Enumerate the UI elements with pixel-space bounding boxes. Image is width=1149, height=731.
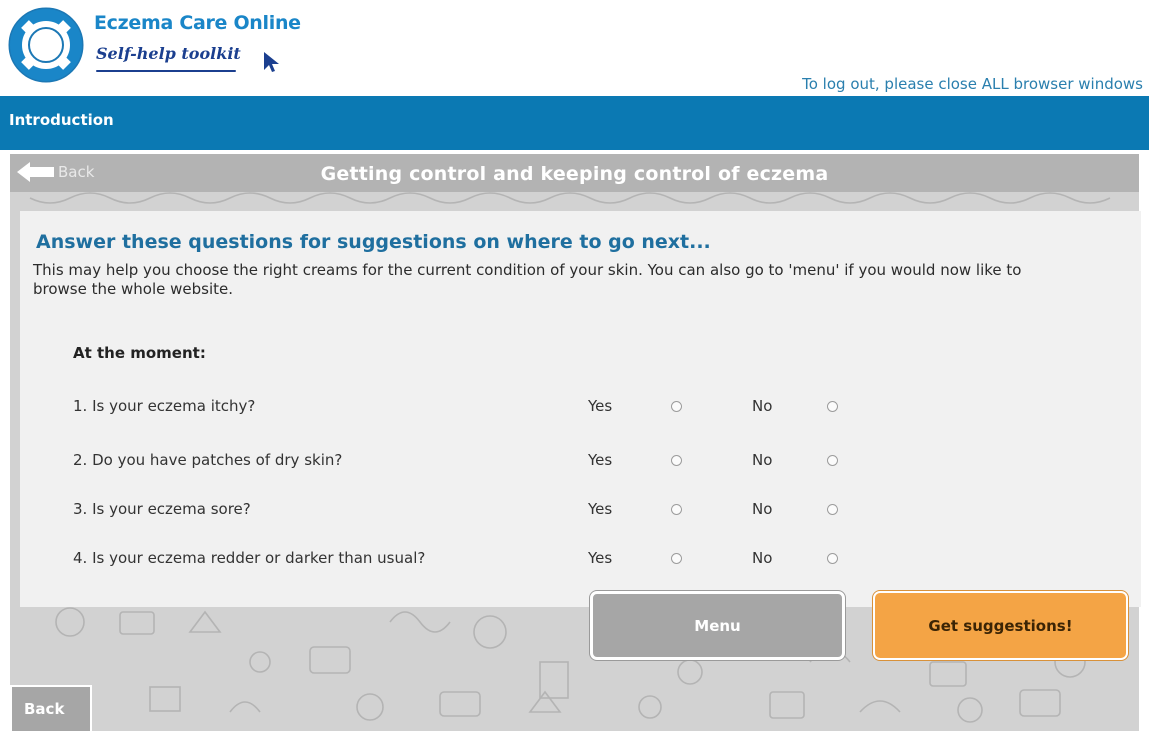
brand-title: Eczema Care Online bbox=[94, 12, 301, 34]
yes-label: Yes bbox=[588, 397, 613, 415]
brand-subtitle: Self-help toolkit bbox=[96, 44, 241, 63]
nav-title: Introduction bbox=[9, 111, 114, 129]
yes-label: Yes bbox=[588, 549, 613, 567]
no-label: No bbox=[752, 500, 773, 518]
logout-notice: To log out, please close ALL browser win… bbox=[802, 75, 1143, 93]
question-row: 4. Is your eczema redder or darker than … bbox=[73, 549, 873, 573]
q4-no-radio[interactable] bbox=[827, 553, 838, 564]
cursor-arrow-icon bbox=[264, 52, 279, 72]
question-row: 2. Do you have patches of dry skin? Yes … bbox=[73, 451, 873, 475]
menu-button[interactable]: Menu bbox=[590, 591, 845, 660]
no-label: No bbox=[752, 451, 773, 469]
bottom-back-button[interactable]: Back bbox=[10, 685, 92, 731]
get-suggestions-button[interactable]: Get suggestions! bbox=[873, 591, 1128, 660]
q2-yes-radio[interactable] bbox=[671, 455, 682, 466]
no-label: No bbox=[752, 397, 773, 415]
header: Eczema Care Online Self-help toolkit To … bbox=[0, 0, 1149, 96]
question-text: 2. Do you have patches of dry skin? bbox=[73, 451, 343, 469]
questionnaire-card: Answer these questions for suggestions o… bbox=[20, 211, 1141, 607]
q3-yes-radio[interactable] bbox=[671, 504, 682, 515]
nav-bar: Introduction bbox=[0, 96, 1149, 150]
brand-underline bbox=[96, 70, 236, 72]
q3-no-radio[interactable] bbox=[827, 504, 838, 515]
yes-label: Yes bbox=[588, 451, 613, 469]
q4-yes-radio[interactable] bbox=[671, 553, 682, 564]
no-label: No bbox=[752, 549, 773, 567]
yes-label: Yes bbox=[588, 500, 613, 518]
questionnaire-heading: Answer these questions for suggestions o… bbox=[36, 231, 711, 253]
question-row: 1. Is your eczema itchy? Yes No bbox=[73, 397, 873, 421]
moment-label: At the moment: bbox=[73, 344, 206, 362]
question-text: 3. Is your eczema sore? bbox=[73, 500, 251, 518]
q2-no-radio[interactable] bbox=[827, 455, 838, 466]
q1-yes-radio[interactable] bbox=[671, 401, 682, 412]
q1-no-radio[interactable] bbox=[827, 401, 838, 412]
questionnaire-intro: This may help you choose the right cream… bbox=[33, 261, 1022, 298]
lifebuoy-icon bbox=[8, 7, 84, 83]
section-title: Getting control and keeping control of e… bbox=[320, 163, 829, 185]
question-row: 3. Is your eczema sore? Yes No bbox=[73, 500, 873, 524]
section-bar: Back Getting control and keeping control… bbox=[10, 154, 1139, 192]
question-text: 4. Is your eczema redder or darker than … bbox=[73, 549, 426, 567]
question-text: 1. Is your eczema itchy? bbox=[73, 397, 256, 415]
